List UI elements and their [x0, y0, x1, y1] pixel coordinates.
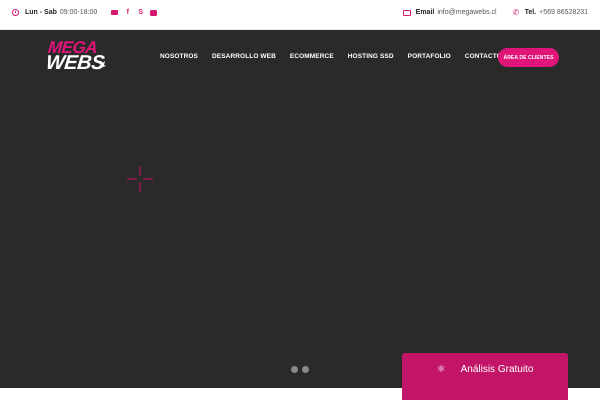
- facebook-icon[interactable]: f: [124, 9, 131, 16]
- atom-icon: ⚛: [436, 363, 446, 375]
- email-label: Email: [415, 9, 435, 16]
- slider-dot-2[interactable]: [302, 366, 309, 373]
- phone-contact[interactable]: ✆ Tel. +569 86528231: [512, 8, 588, 17]
- page-bottom-right: [568, 388, 600, 400]
- slider-dots: [291, 366, 313, 373]
- hero-slider: MEGA WEBS NOSOTROS DESARROLLO WEB ECOMME…: [0, 30, 600, 388]
- top-bar: Lun - Sab 09:00-18:00 f S Email info@meg…: [0, 0, 600, 30]
- hours-time: 09:00-18:00: [59, 9, 98, 16]
- email-contact[interactable]: Email info@megawebs.cl: [402, 9, 497, 16]
- nav-item-nosotros[interactable]: NOSOTROS: [160, 53, 198, 60]
- nav-item-contacto[interactable]: CONTACTO: [465, 53, 502, 60]
- page-bottom: [0, 388, 402, 400]
- social-links: f S: [111, 9, 163, 16]
- cursor-arrow-icon: [96, 61, 106, 69]
- phone-label: Tel.: [524, 9, 537, 16]
- clock-icon: [12, 9, 19, 16]
- slider-dot-1[interactable]: [291, 366, 298, 373]
- contact-info: Email info@megawebs.cl ✆ Tel. +569 86528…: [387, 8, 588, 17]
- nav-item-portafolio[interactable]: PORTAFOLIO: [408, 53, 451, 60]
- envelope-icon: [402, 9, 411, 16]
- hours-label: Lun - Sab: [25, 9, 57, 16]
- free-analysis-label: Análisis Gratuito: [460, 364, 534, 375]
- crosshair-icon: [127, 166, 153, 192]
- phone-value[interactable]: +569 86528231: [539, 9, 588, 16]
- youtube-icon[interactable]: [150, 9, 158, 16]
- opening-hours: Lun - Sab 09:00-18:00 f S: [12, 9, 163, 16]
- email-value[interactable]: info@megawebs.cl: [437, 9, 496, 16]
- skype-icon[interactable]: S: [137, 9, 144, 16]
- main-nav: NOSOTROS DESARROLLO WEB ECOMMERCE HOSTIN…: [160, 53, 516, 60]
- nav-item-ecommerce[interactable]: ECOMMERCE: [290, 53, 334, 60]
- mail-icon[interactable]: [111, 10, 119, 15]
- nav-item-hosting-ssd[interactable]: HOSTING SSD: [348, 53, 394, 60]
- nav-item-desarrollo-web[interactable]: DESARROLLO WEB: [212, 53, 276, 60]
- free-analysis-button[interactable]: ⚛ Análisis Gratuito: [402, 353, 568, 400]
- site-logo[interactable]: MEGA WEBS: [45, 38, 110, 78]
- client-area-button[interactable]: ÁREA DE CLIENTES: [498, 48, 559, 67]
- phone-icon: ✆: [512, 8, 520, 17]
